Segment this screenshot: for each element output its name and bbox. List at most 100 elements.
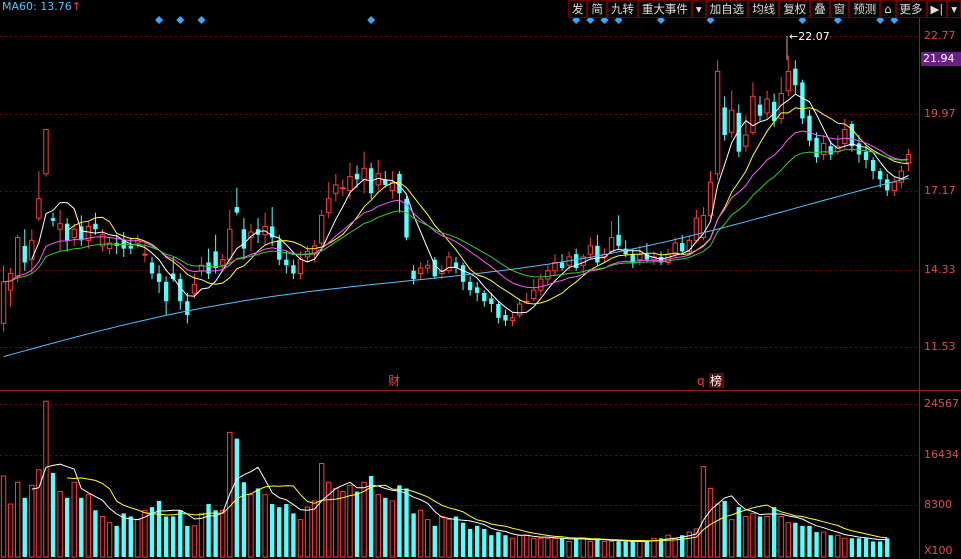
volume-bar <box>93 510 98 557</box>
volume-bar <box>814 532 819 557</box>
volume-bar <box>99 516 106 558</box>
volume-bar <box>885 538 890 557</box>
candle <box>375 160 381 191</box>
candle <box>326 182 332 219</box>
volume-bar <box>573 538 579 557</box>
volume-bar <box>446 519 452 558</box>
quarter-marker[interactable]: q <box>697 374 705 388</box>
volume-bar <box>375 494 381 558</box>
candle <box>135 234 141 249</box>
volume-bar <box>277 507 282 557</box>
toolbar-btn-menu-dropdown[interactable]: ▾ <box>947 0 961 18</box>
volume-bar <box>156 500 162 557</box>
volume-bar <box>595 538 600 557</box>
volume-bars <box>0 400 890 558</box>
volume-bar <box>482 528 487 557</box>
candle <box>672 237 678 257</box>
candle <box>898 165 905 188</box>
candle <box>778 76 784 124</box>
volume-tick-label: 16434 <box>924 447 959 461</box>
toolbar-btn-end[interactable]: ▶| <box>926 0 948 18</box>
volume-bar <box>14 481 21 558</box>
price-tick-label: 11.53 <box>924 340 956 354</box>
toolbar-btn-add-watch[interactable]: 加自选 <box>705 0 749 18</box>
volume-bar <box>43 400 49 558</box>
candle <box>0 265 7 332</box>
signal-diamond[interactable] <box>367 16 376 24</box>
volume-bar <box>658 538 664 557</box>
candle <box>496 301 501 324</box>
candle <box>516 298 523 318</box>
volume-bar <box>50 472 56 557</box>
volume-bar <box>820 531 827 558</box>
candle <box>291 259 296 280</box>
volume-bar <box>22 497 27 557</box>
candlestick-chart[interactable]: ←22.07 财 q 榜 <box>0 0 961 559</box>
volume-bar <box>241 482 247 557</box>
current-price-badge: 21.94 <box>921 52 961 67</box>
candle <box>14 234 21 282</box>
billboard-marker[interactable]: 榜 <box>709 373 724 388</box>
toolbar-btn-window[interactable]: 窗 <box>829 0 850 18</box>
signal-diamond[interactable] <box>197 16 206 24</box>
candle <box>608 220 615 255</box>
chart-toolbar: 发简九转 重大事件 ▾ 加自选 均线 复权叠窗预测 ⌂ 更多 ▶| ▾ <box>567 0 961 18</box>
toolbar-btn-fuquan[interactable]: 复权 <box>779 0 811 18</box>
volume-bar <box>71 481 77 558</box>
candle <box>361 151 367 194</box>
toolbar-btn-forecast[interactable]: 预测 <box>849 0 881 18</box>
candle <box>227 209 233 263</box>
toolbar-btn-jian[interactable]: 简 <box>587 0 607 18</box>
volume-bar <box>0 475 7 558</box>
volume-bar <box>771 507 777 557</box>
price-tick-label: 17.17 <box>924 184 956 198</box>
volume-bar <box>729 519 735 558</box>
candle <box>262 212 268 246</box>
toolbar-btn-more[interactable]: 更多 <box>895 0 927 18</box>
volume-bar <box>736 507 741 557</box>
candle <box>800 79 805 124</box>
toolbar-btn-overlay[interactable]: 叠 <box>810 0 830 18</box>
volume-bar <box>439 516 445 558</box>
volume-bar <box>269 504 275 557</box>
toolbar-btn-events-dropdown[interactable]: ▾ <box>691 0 706 18</box>
toolbar-btn-fa[interactable]: 发 <box>567 0 588 18</box>
volume-bar <box>545 537 551 558</box>
candle <box>425 259 431 274</box>
candle <box>404 196 409 241</box>
candle <box>93 212 98 235</box>
volume-bar <box>411 513 416 557</box>
volume-bar <box>566 540 572 558</box>
volume-bar <box>750 512 756 558</box>
toolbar-btn-jiuzhuan[interactable]: 九转 <box>606 0 638 18</box>
toolbar-btn-home[interactable]: ⌂ <box>880 0 896 18</box>
volume-bar <box>700 466 707 558</box>
signal-diamond[interactable] <box>155 16 164 24</box>
candle <box>417 262 424 280</box>
volume-bar <box>178 510 183 557</box>
volume-bar <box>496 532 501 557</box>
volume-bar <box>552 537 558 558</box>
candle <box>714 60 721 180</box>
candle <box>333 173 339 202</box>
signal-diamond[interactable] <box>176 16 185 24</box>
financial-report-marker[interactable]: 财 <box>388 374 400 388</box>
candle <box>885 173 890 196</box>
candle <box>531 279 537 302</box>
volume-bar <box>220 509 226 558</box>
candle <box>57 209 63 252</box>
candle <box>43 129 49 177</box>
volume-bar <box>877 541 883 557</box>
candle <box>482 290 487 307</box>
candle <box>693 209 700 244</box>
volume-bar <box>460 522 466 557</box>
candle <box>85 220 92 249</box>
toolbar-btn-events[interactable]: 重大事件 <box>637 0 692 18</box>
volume-bar <box>383 497 388 557</box>
volume-bar <box>475 525 480 557</box>
candle <box>178 273 183 310</box>
volume-bar <box>608 540 615 558</box>
toolbar-btn-ma[interactable]: 均线 <box>748 0 780 18</box>
volume-bar <box>128 516 133 557</box>
candle <box>156 265 162 293</box>
